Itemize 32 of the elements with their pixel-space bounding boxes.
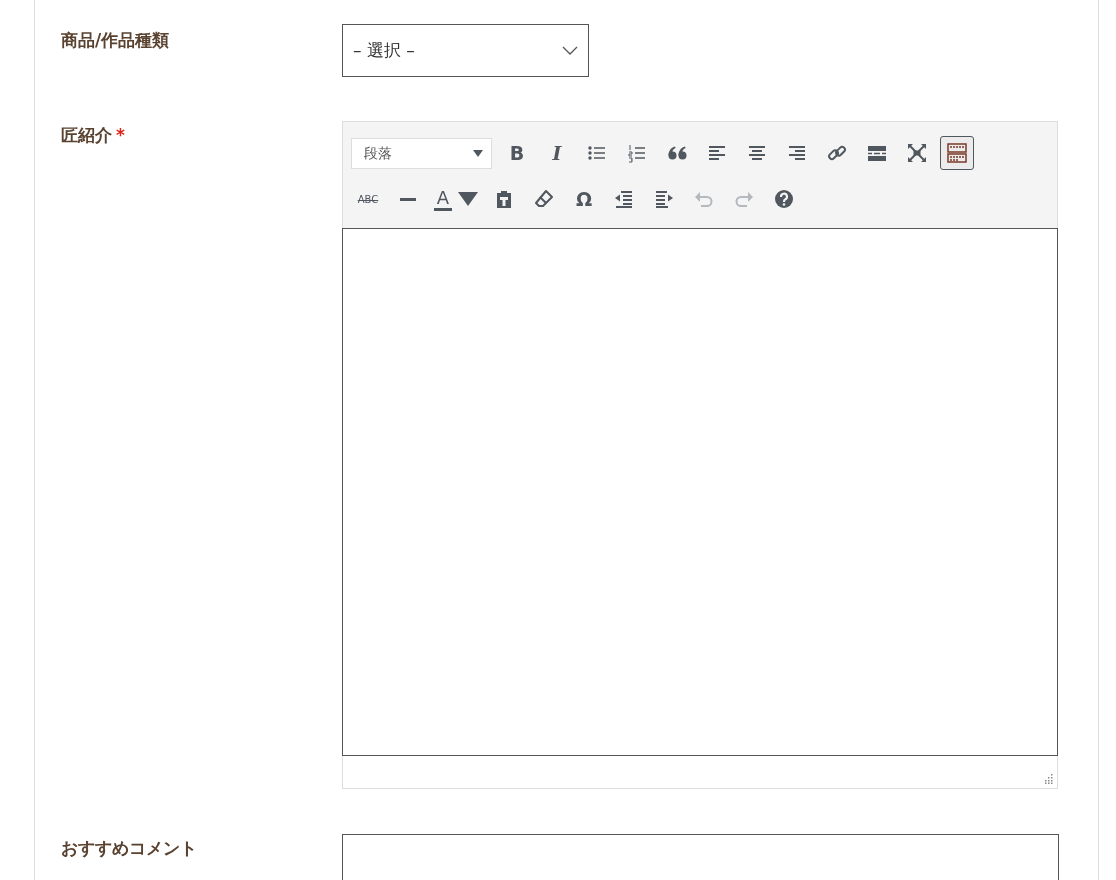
align-right-icon <box>787 143 807 163</box>
quote-icon <box>667 146 687 160</box>
chevron-down-icon <box>562 45 578 56</box>
comment-text-area[interactable] <box>342 834 1059 880</box>
field-label: おすすめコメント <box>61 838 197 858</box>
align-left-icon <box>707 143 727 163</box>
italic-button[interactable]: I <box>540 136 574 170</box>
toolbar-toggle-button[interactable] <box>940 136 974 170</box>
clipboard-icon <box>494 189 514 209</box>
bulleted-list-icon <box>587 143 607 163</box>
select-field[interactable]: – 選択 – <box>342 24 589 77</box>
outdent-icon <box>614 189 634 209</box>
required-asterisk: * <box>116 125 125 145</box>
read-more-icon <box>867 143 887 163</box>
fullscreen-icon <box>907 143 927 163</box>
numbered-list-icon <box>627 143 647 163</box>
field-label: 商品/作品種類 <box>61 30 170 50</box>
special-character-button[interactable]: Ω <box>567 182 601 216</box>
align-center-icon <box>747 143 767 163</box>
redo-icon <box>734 189 754 209</box>
bold-button[interactable]: B <box>500 136 534 170</box>
field-label: 匠紹介 <box>61 125 112 145</box>
indent-icon <box>654 189 674 209</box>
strikethrough-button[interactable]: ABC <box>351 182 385 216</box>
text-color-button[interactable]: A <box>431 182 481 216</box>
help-icon <box>774 189 794 209</box>
toolbar-toggle-icon <box>947 143 967 163</box>
resize-handle-icon[interactable] <box>1043 774 1053 784</box>
link-icon <box>827 143 847 163</box>
caret-icon <box>473 149 483 157</box>
format-dropdown[interactable]: 段落 <box>351 137 492 169</box>
eraser-icon <box>534 189 554 209</box>
